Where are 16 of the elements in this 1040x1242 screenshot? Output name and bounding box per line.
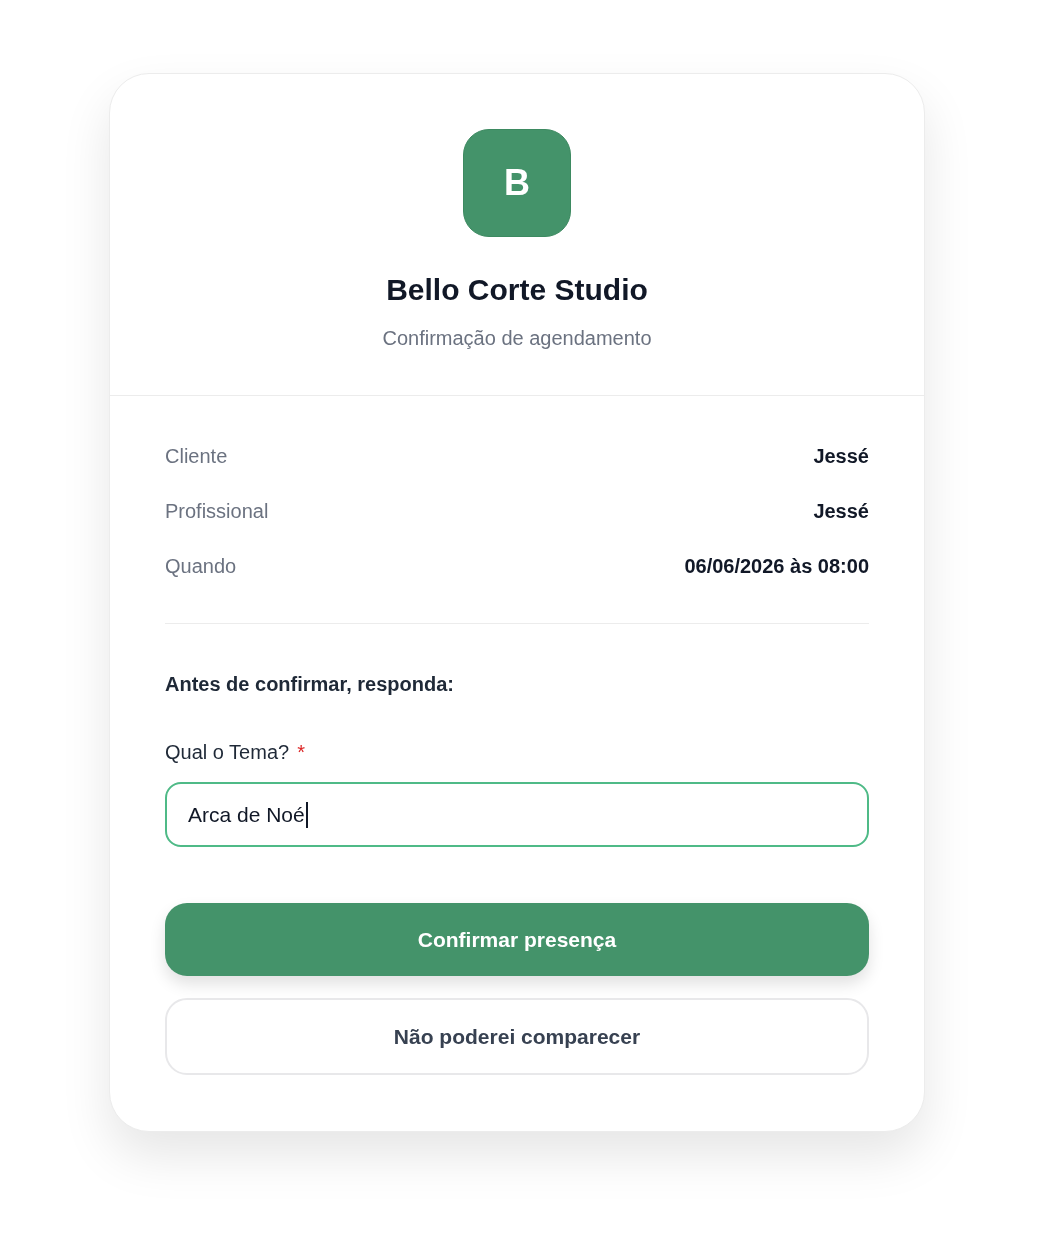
page-subtitle: Confirmação de agendamento (382, 326, 652, 351)
detail-value: Jessé (813, 444, 869, 469)
text-input[interactable]: Arca de Noé (165, 782, 869, 847)
detail-label: Cliente (165, 444, 228, 469)
detail-label: Profissional (165, 499, 269, 524)
detail-label: Quando (165, 554, 237, 579)
text-cursor-icon (305, 801, 308, 828)
detail-value: Jessé (813, 499, 869, 524)
business-name: Bello Corte Studio (386, 272, 648, 308)
decline-button[interactable]: Não poderei comparecer (165, 998, 869, 1075)
logo-tile: B (463, 129, 571, 237)
section-heading: Antes de confirmar, responda: (165, 672, 455, 697)
detail-value: 06/06/2026 às 08:00 (684, 554, 869, 579)
required-mark: * (297, 740, 305, 765)
confirm-button[interactable]: Confirmar presença (165, 903, 869, 976)
field-label: Qual o Tema? (165, 740, 290, 765)
